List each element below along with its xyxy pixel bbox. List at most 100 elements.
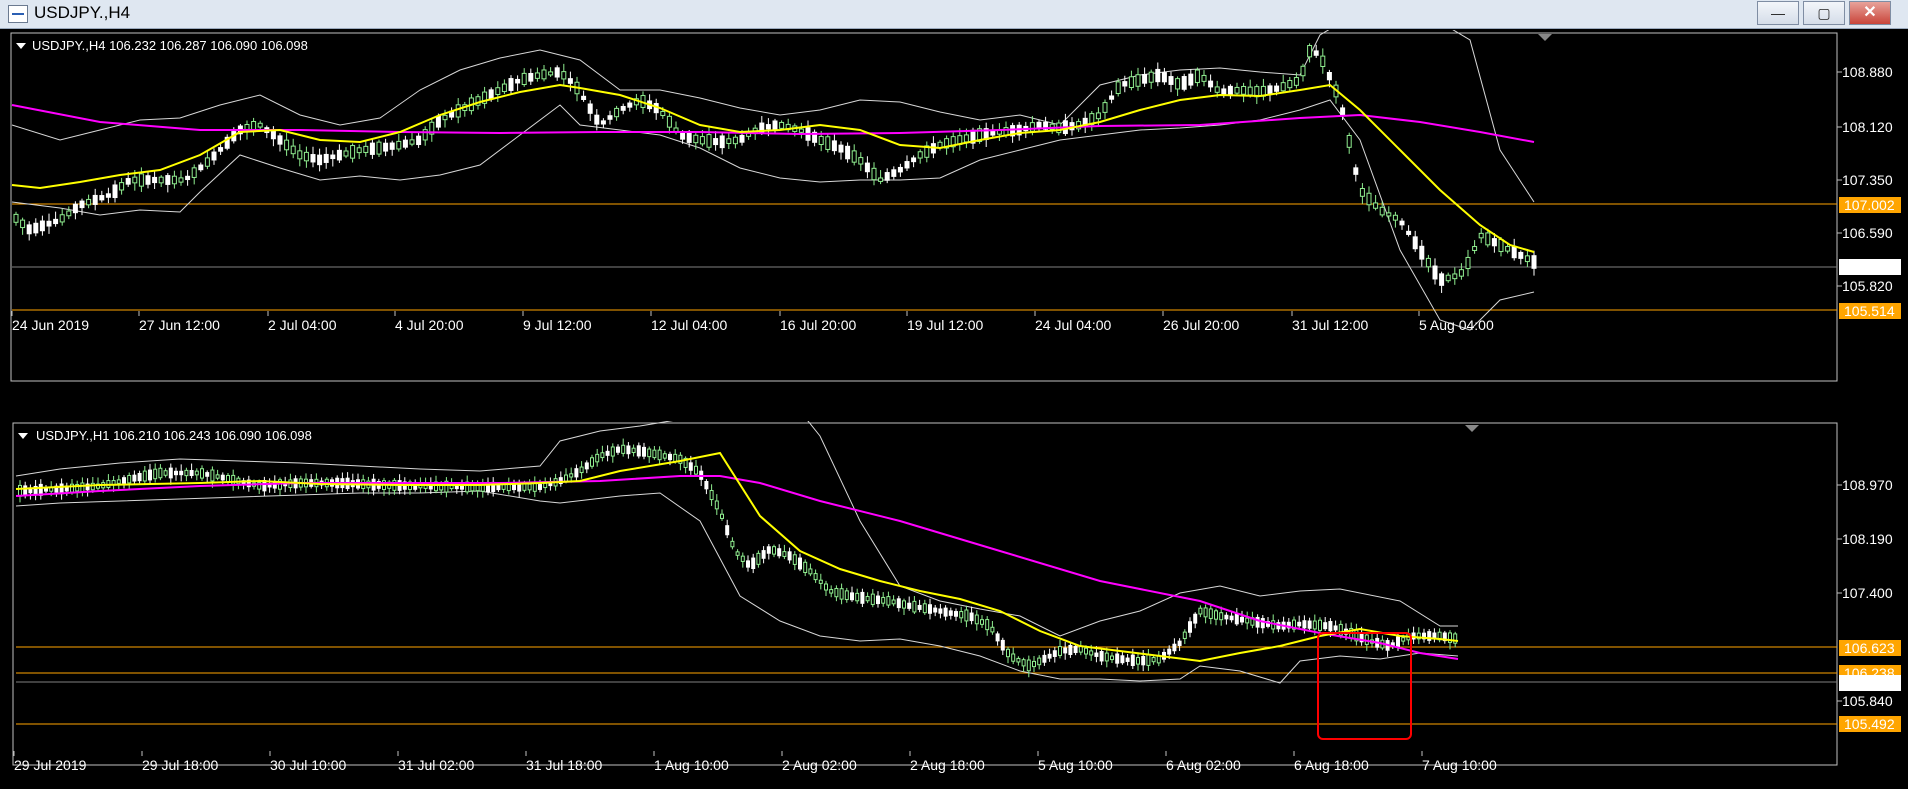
candle-body <box>1135 74 1141 87</box>
chart-h1-shift-marker-icon[interactable] <box>1465 425 1479 432</box>
candle-body <box>1148 71 1154 83</box>
chart-h4-collapse-icon[interactable] <box>16 43 26 49</box>
candle-body <box>584 462 589 470</box>
candle-body <box>1208 608 1213 619</box>
chart-h1-collapse-icon[interactable] <box>18 433 28 439</box>
candle-body <box>1432 265 1438 280</box>
time-tick-label: 19 Jul 12:00 <box>907 317 983 333</box>
candle-body <box>990 626 995 633</box>
candle-body <box>726 138 732 144</box>
candle-body <box>1099 651 1104 662</box>
candle-body <box>860 591 865 604</box>
candle-body <box>1445 274 1451 282</box>
candle-body <box>220 474 225 481</box>
chart-panel-h1[interactable]: 108.970 108.190 107.400 105.840 106.623 106.2… <box>0 421 1908 789</box>
chart-h4-canvas[interactable]: 108.880 108.120 107.350 106.590 105.820 107.0… <box>0 30 1908 416</box>
candle-body <box>838 144 844 153</box>
candle-body <box>310 154 316 163</box>
candle-body <box>704 480 709 490</box>
candle-body <box>1120 655 1125 664</box>
candle-body <box>1198 607 1203 615</box>
candle-body <box>1188 621 1192 633</box>
candle-body <box>1300 65 1306 77</box>
candle-body <box>1155 68 1161 83</box>
time-tick-label: 2 Aug 02:00 <box>782 757 857 773</box>
candle-body <box>725 525 730 536</box>
candle-body <box>1326 72 1332 81</box>
window-titlebar[interactable]: USDJPY.,H4 — ▢ ✕ <box>0 0 1908 29</box>
minimize-button[interactable]: — <box>1757 1 1799 25</box>
candle-body <box>1058 646 1062 656</box>
candle-body <box>620 105 626 111</box>
candle-body <box>657 449 662 461</box>
candle-body <box>1412 236 1418 250</box>
time-tick-label: 31 Jul 18:00 <box>526 757 602 773</box>
candle-body <box>171 175 177 185</box>
candle-body <box>616 446 620 453</box>
maximize-button[interactable]: ▢ <box>1803 1 1845 25</box>
candle-body <box>1234 86 1240 94</box>
candle-body <box>579 466 584 474</box>
candle-body <box>270 130 276 140</box>
candle-body <box>985 619 990 631</box>
candle-body <box>350 145 356 159</box>
chart-h1-canvas[interactable]: 108.970108.190107.400105.840106.623106.2… <box>0 421 1908 789</box>
candle-body <box>839 588 844 600</box>
candle-body <box>1032 660 1036 668</box>
candle-body <box>215 474 220 479</box>
candle-body <box>587 103 593 114</box>
candle-body <box>607 115 613 120</box>
chart-h4-symbol-line: USDJPY.,H4 106.232 106.287 106.090 106.0… <box>32 38 308 53</box>
chart-h4-shift-marker-icon[interactable] <box>1538 34 1552 41</box>
candle-body <box>818 579 823 584</box>
candle-body <box>595 453 600 463</box>
candle-body <box>1214 86 1220 93</box>
candle-body <box>719 135 725 149</box>
candle-body <box>1458 269 1464 277</box>
time-tick-label: 7 Aug 10:00 <box>1422 757 1497 773</box>
candle-body <box>1109 95 1115 100</box>
candle-body <box>980 619 984 625</box>
candle-body <box>211 151 217 161</box>
candle-body <box>1333 625 1338 631</box>
price-tick-label: 106.590 <box>1842 225 1893 241</box>
price-tick-label: 108.190 <box>1842 531 1893 547</box>
candle-body <box>488 89 494 100</box>
close-button[interactable]: ✕ <box>1849 1 1891 25</box>
candle-body <box>66 210 72 217</box>
candle-body <box>442 114 448 121</box>
candle-body <box>1491 238 1497 247</box>
chart-panel-h4[interactable]: 108.880 108.120 107.350 106.590 105.820 107.0… <box>0 30 1908 416</box>
candle-body <box>26 224 32 235</box>
candle-body <box>132 474 137 482</box>
candle-body <box>798 128 804 133</box>
candle-body <box>455 104 461 118</box>
candle-body <box>693 134 699 144</box>
candle-body <box>336 149 342 161</box>
candle-body <box>974 614 979 625</box>
chart-h4-price-axis: 108.880 108.120 107.350 106.590 105.820 107.0… <box>1837 64 1901 319</box>
time-tick-label: 12 Jul 04:00 <box>651 317 727 333</box>
candle-body <box>808 568 813 575</box>
candle-body <box>1130 654 1135 666</box>
candle-body <box>829 589 834 594</box>
candle-body <box>1406 230 1412 235</box>
candle-body <box>158 467 163 479</box>
candle-body <box>911 157 917 163</box>
candle-body <box>896 598 901 609</box>
candle-body <box>1003 127 1009 136</box>
time-tick-label: 1 Aug 10:00 <box>654 757 729 773</box>
candle-body <box>53 218 59 225</box>
candle-body <box>80 482 85 493</box>
candle-body <box>1498 238 1504 253</box>
candle-body <box>189 469 194 477</box>
candle-body <box>1201 74 1207 82</box>
candle-body <box>765 124 771 130</box>
candle-body <box>1245 617 1250 624</box>
chart-h4-time-axis: 24 Jun 2019 27 Jun 12:00 2 Jul 04:00 4 Jul … <box>11 311 1494 333</box>
candle-body <box>1047 653 1052 659</box>
candle-body <box>792 554 797 565</box>
chart-h1-price-axis: 108.970108.190107.400105.840106.623106.2… <box>1837 477 1901 732</box>
candle-body <box>636 445 641 457</box>
time-tick-label: 6 Aug 18:00 <box>1294 757 1369 773</box>
